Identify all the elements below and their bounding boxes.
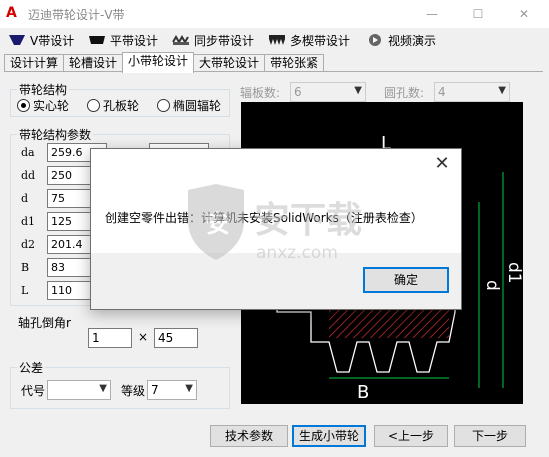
tab-belt-tension[interactable]: 带轮张紧 bbox=[264, 54, 325, 72]
spoke-count-label: 辐板数: bbox=[240, 86, 281, 100]
param-label: d2 bbox=[21, 238, 36, 251]
toolbar-label: 同步带设计 bbox=[194, 33, 255, 48]
dialog-footer: 确定 bbox=[91, 253, 461, 309]
app-logo-icon: A bbox=[6, 5, 17, 21]
v-belt-design-button[interactable]: V带设计 bbox=[8, 30, 74, 50]
spoke-count-select[interactable]: 6 ▼ bbox=[290, 82, 366, 102]
code-label: 代号 bbox=[21, 384, 46, 398]
radio-solid-label: 实心轮 bbox=[33, 99, 70, 113]
chamfer-input-1[interactable]: 1 bbox=[88, 328, 132, 348]
dialog-message: 创建空零件出错：计算机未安装SolidWorks（注册表检查） bbox=[105, 211, 423, 225]
param-label: L bbox=[21, 284, 29, 297]
hole-count-select[interactable]: 4 ▼ bbox=[434, 82, 510, 102]
tolerance-group-title: 公差 bbox=[17, 359, 46, 376]
toolbar-label: 视频演示 bbox=[388, 33, 437, 48]
tab-strip: 设计计算 轮槽设计 小带轮设计 大带轮设计 带轮张紧 bbox=[4, 52, 325, 73]
window-title: 迈迪带轮设计-V带 bbox=[28, 8, 125, 22]
radio-elliptical-dot[interactable] bbox=[157, 99, 170, 112]
spoke-count-value: 6 bbox=[294, 85, 302, 99]
dim-label-d: d bbox=[482, 280, 502, 291]
dim-label-d1: d1 bbox=[504, 262, 523, 284]
structure-group-title: 带轮结构 bbox=[17, 81, 70, 98]
timing-belt-icon bbox=[172, 35, 189, 45]
flat-belt-design-button[interactable]: 平带设计 bbox=[88, 30, 158, 50]
radio-elliptical[interactable]: 椭圆辐轮 bbox=[157, 97, 221, 114]
title-bar: A 迈迪带轮设计-V带 — ☐ ✕ bbox=[0, 0, 549, 28]
code-select[interactable]: ▼ bbox=[47, 380, 111, 400]
radio-solid[interactable]: 实心轮 bbox=[17, 97, 69, 114]
dialog-close-button[interactable]: ✕ bbox=[431, 153, 453, 175]
generate-small-pulley-button[interactable]: 生成小带轮 bbox=[292, 425, 366, 447]
timing-belt-design-button[interactable]: 同步带设计 bbox=[172, 30, 254, 50]
grade-select[interactable]: 7 ▼ bbox=[147, 380, 197, 400]
video-demo-button[interactable]: 视频演示 bbox=[366, 30, 436, 50]
radio-web-dot[interactable] bbox=[87, 99, 100, 112]
param-label: B bbox=[21, 261, 30, 274]
close-window-button[interactable]: ✕ bbox=[501, 0, 547, 28]
param-label: da bbox=[21, 146, 35, 159]
grade-label: 等级 bbox=[121, 384, 146, 398]
params-group-title: 带轮结构参数 bbox=[17, 126, 94, 143]
chamfer-input-2[interactable]: 45 bbox=[154, 328, 198, 348]
multi-v-belt-icon bbox=[269, 35, 285, 45]
toolbar-label: 平带设计 bbox=[110, 33, 159, 48]
radio-elliptical-label: 椭圆辐轮 bbox=[173, 99, 222, 113]
tab-small-pulley[interactable]: 小带轮设计 bbox=[122, 52, 195, 73]
structure-group: 带轮结构 实心轮 孔板轮 椭圆辐轮 bbox=[10, 81, 230, 117]
multi-v-belt-design-button[interactable]: 多楔带设计 bbox=[268, 30, 350, 50]
chevron-down-icon: ▼ bbox=[99, 383, 107, 394]
tolerance-group: 公差 代号 ▼ 等级 7 ▼ bbox=[10, 359, 230, 409]
video-icon bbox=[369, 34, 381, 46]
chevron-down-icon: ▼ bbox=[185, 383, 193, 394]
param-label: d1 bbox=[21, 215, 36, 228]
chevron-down-icon: ▼ bbox=[498, 85, 506, 96]
radio-web-label: 孔板轮 bbox=[103, 99, 140, 113]
maximize-button[interactable]: ☐ bbox=[455, 0, 501, 28]
error-dialog: ✕ 创建空零件出错：计算机未安装SolidWorks（注册表检查） 确定 bbox=[90, 148, 462, 310]
tech-params-button[interactable]: 技术参数 bbox=[210, 425, 288, 447]
param-label: dd bbox=[21, 169, 36, 182]
v-belt-icon bbox=[9, 35, 25, 45]
tab-large-pulley[interactable]: 大带轮设计 bbox=[193, 54, 266, 72]
radio-solid-dot[interactable] bbox=[17, 99, 30, 112]
param-label: d bbox=[21, 192, 29, 205]
toolbar: V带设计 平带设计 同步带设计 多楔带设计 视频演示 bbox=[0, 28, 549, 52]
dialog-ok-button[interactable]: 确定 bbox=[363, 267, 449, 293]
dim-label-b: B bbox=[357, 382, 369, 403]
chevron-down-icon: ▼ bbox=[354, 85, 362, 96]
prev-step-button[interactable]: <上一步 bbox=[374, 425, 448, 447]
toolbar-label: 多楔带设计 bbox=[290, 33, 351, 48]
chamfer-label: 轴孔倒角r bbox=[18, 316, 71, 330]
flat-belt-icon bbox=[89, 36, 105, 44]
times-sign: × bbox=[138, 330, 149, 344]
grade-value: 7 bbox=[151, 383, 159, 397]
next-step-button[interactable]: 下一步 bbox=[454, 425, 526, 447]
hole-count-label: 圆孔数: bbox=[384, 86, 425, 100]
toolbar-label: V带设计 bbox=[30, 33, 75, 48]
minimize-button[interactable]: — bbox=[409, 0, 455, 28]
tab-design-calc[interactable]: 设计计算 bbox=[4, 54, 65, 72]
hole-count-value: 4 bbox=[438, 85, 446, 99]
tab-groove-design[interactable]: 轮槽设计 bbox=[63, 54, 124, 72]
radio-web[interactable]: 孔板轮 bbox=[87, 97, 139, 114]
